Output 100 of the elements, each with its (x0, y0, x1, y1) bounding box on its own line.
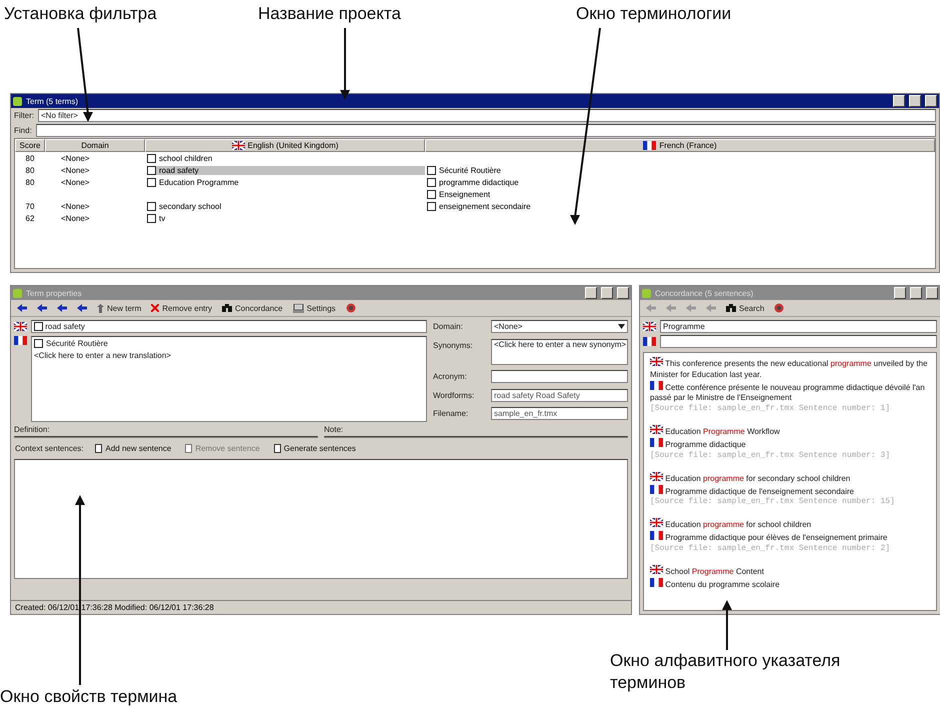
page-icon (274, 444, 281, 453)
context-button[interactable]: Generate sentences (272, 444, 358, 453)
field-label: Wordforms: (433, 390, 476, 400)
domain-cell: <None> (61, 166, 90, 174)
field-label: Filename: (433, 408, 470, 418)
context-sentences-label: Context sentences: (15, 444, 84, 453)
score-cell: 80 (26, 178, 34, 186)
french-sentence: Cette conférence présente le nouveau programme didactique dévoilé l'an passé par le Ministre de l'Enseignement (650, 380, 926, 404)
source-reference: [Source file: sample_en_fr.tmx Sentence number: 2] (650, 544, 892, 553)
context-button[interactable]: Add new sentence (93, 444, 174, 453)
window-title: Term (5 terms) (26, 96, 79, 106)
french-term[interactable]: enseignement secondaire (427, 202, 537, 210)
uk-flag-icon (650, 425, 663, 434)
close-button[interactable] (617, 287, 629, 299)
concordance-button[interactable]: Concordance (220, 304, 285, 312)
annotation-arrow (340, 28, 350, 100)
domain-dropdown[interactable]: <None> (491, 320, 628, 333)
english-term[interactable]: school children (147, 154, 218, 162)
up-arrow-icon (97, 304, 104, 312)
nav-arrow-button[interactable] (75, 304, 89, 312)
dropdown-arrow-icon (618, 324, 625, 329)
app-icon (13, 288, 22, 298)
french-term[interactable]: Sécurité Routière (427, 166, 507, 174)
french-flag-icon (14, 336, 27, 345)
translations-field[interactable]: Sécurité Routière <Click here to enter a new translation> (31, 336, 427, 422)
find-field[interactable] (36, 124, 936, 137)
french-sentence: Contenu du programme scolaire (650, 578, 930, 591)
english-term[interactable]: Education Programme (147, 178, 245, 186)
window-title: Term properties (26, 288, 83, 298)
remove-entry-button[interactable]: Remove entry (149, 304, 214, 312)
minimize-button[interactable] (894, 287, 906, 299)
french-flag-icon (650, 531, 663, 540)
synonyms-field[interactable]: <Click here to enter a new synonym> (491, 338, 628, 365)
nav-arrow-button[interactable] (55, 304, 69, 312)
field-label: Synonyms: (433, 340, 474, 350)
annotation-label: Установка фильтра (4, 4, 158, 24)
uk-flag-icon (643, 322, 656, 331)
english-search-field[interactable]: Programme (660, 320, 937, 333)
french-flag-icon (650, 484, 663, 494)
english-term[interactable]: secondary school (147, 202, 228, 210)
filter-label: Filter: (14, 111, 34, 120)
french-sentence: Programme didactique pour élèves de l'enseignement primaire (650, 531, 930, 544)
settings-button[interactable]: Settings (290, 304, 338, 312)
english-sentence: Education Programme Workflow (650, 425, 930, 438)
field-label: Acronym: (433, 371, 468, 382)
close-button[interactable] (925, 95, 937, 107)
maximize-button[interactable] (601, 287, 613, 299)
column-header[interactable]: French (France) (425, 139, 935, 152)
english-term-field[interactable]: road safety (31, 320, 427, 333)
search-button[interactable]: Search (724, 304, 766, 312)
cross-icon (151, 304, 160, 312)
domain-cell: <None> (61, 178, 90, 186)
maximize-button[interactable] (909, 95, 921, 107)
field-label: Domain: (433, 321, 464, 331)
note-label: Note: (324, 425, 344, 434)
french-sentence: Programme didactique (650, 438, 930, 451)
english-term[interactable]: tv (147, 214, 172, 222)
binoculars-icon (726, 304, 736, 312)
english-sentence: Education programme for school children (650, 518, 930, 532)
property-field[interactable] (491, 370, 628, 384)
minimize-button[interactable] (893, 95, 905, 107)
maximize-button[interactable] (910, 287, 922, 299)
close-button[interactable] (926, 287, 938, 299)
minimize-button[interactable] (585, 287, 597, 299)
annotation-arrow (722, 600, 732, 650)
property-field[interactable]: sample_en_fr.tmx (491, 407, 628, 420)
score-cell: 80 (26, 166, 34, 174)
french-term[interactable]: Enseignement (427, 190, 496, 198)
french-flag-icon (643, 141, 656, 150)
annotation-label: Окно свойств термина (0, 686, 178, 708)
window-title: Concordance (5 sentences) (655, 288, 754, 298)
uk-flag-icon (650, 357, 663, 366)
column-header[interactable]: Score (15, 139, 45, 152)
nav-arrow-button[interactable] (35, 304, 49, 312)
binoculars-icon (222, 304, 232, 312)
help-button[interactable] (344, 303, 358, 313)
filter-field[interactable]: <No filter> (38, 109, 936, 122)
domain-cell: <None> (61, 154, 90, 162)
translation-placeholder: <Click here to enter a new translation> (34, 351, 171, 360)
property-field[interactable]: road safety Road Safety (491, 388, 628, 402)
french-term[interactable]: Sécurité Routière (34, 339, 108, 348)
uk-flag-icon (14, 322, 27, 331)
app-icon (642, 288, 651, 298)
english-term[interactable]: road safety (147, 166, 425, 174)
page-icon (185, 444, 192, 453)
context-sentences-field[interactable] (14, 459, 628, 579)
help-button[interactable] (772, 303, 786, 313)
annotation-label: Окно терминологии (576, 4, 732, 24)
english-sentence: Education programme for secondary school children (650, 472, 930, 485)
new-term-button[interactable]: New term (95, 304, 144, 312)
french-search-field[interactable] (660, 335, 937, 348)
english-sentence: This conference presents the new educational programme unveiled by the Minister for Education last year. (650, 357, 928, 381)
french-term[interactable]: programme didactique (427, 178, 525, 186)
definition-label: Definition: (14, 425, 51, 434)
score-cell: 80 (26, 154, 34, 162)
uk-flag-icon (232, 141, 245, 150)
column-header[interactable]: English (United Kingdom) (145, 139, 425, 152)
column-header[interactable]: Domain (45, 139, 145, 152)
nav-arrow-button[interactable] (15, 304, 29, 312)
uk-flag-icon (650, 518, 663, 528)
